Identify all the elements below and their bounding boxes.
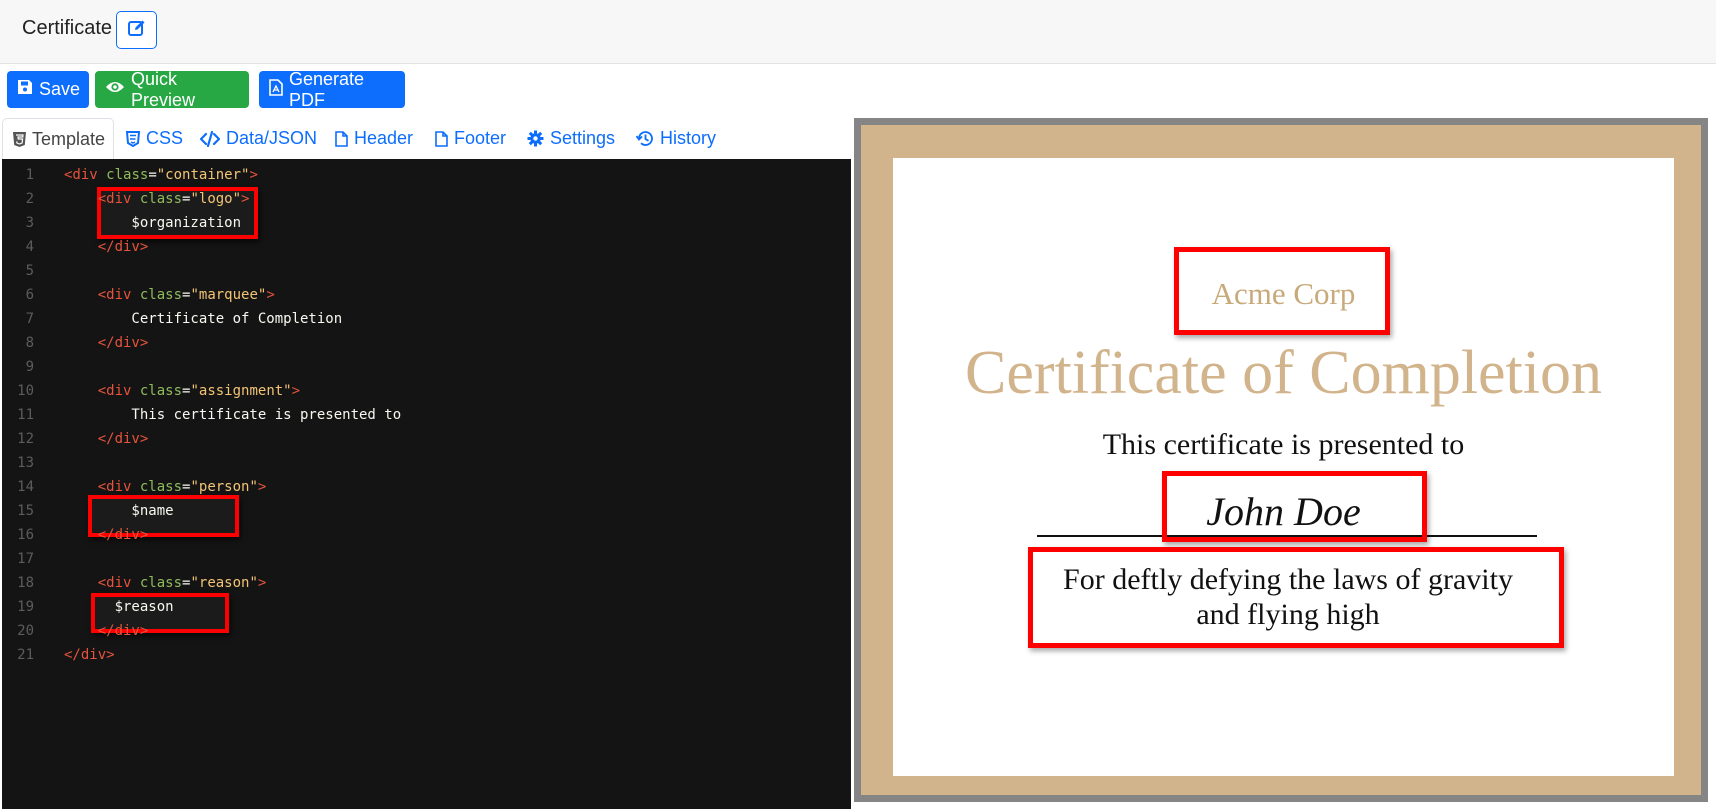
save-button[interactable]: Save	[7, 71, 89, 108]
tab-data-json-label: Data/JSON	[226, 128, 318, 148]
certificate-organization: Acme Corp	[1211, 276, 1356, 311]
tab-header-label: Header	[354, 128, 414, 148]
tab-footer[interactable]: Footer	[435, 118, 506, 159]
editor-tabs: Template CSS Data/JSON Header Footer Set…	[2, 118, 852, 159]
generate-pdf-button-label: Generate PDF	[289, 68, 365, 110]
certificate-preview: Acme Corp Certificate of Completion This…	[854, 118, 1708, 802]
certificate-title: Certificate of Completion	[964, 339, 1603, 407]
code-icon	[200, 130, 220, 147]
tab-css[interactable]: CSS	[126, 118, 183, 159]
floppy-disk-icon	[17, 79, 33, 100]
tab-history[interactable]: History	[636, 118, 716, 159]
tab-settings[interactable]: Settings	[527, 118, 615, 159]
code-editor[interactable]: 1 <div class="container"> 2 <div class="l…	[2, 159, 851, 809]
quick-preview-button-label: Quick Preview	[131, 68, 196, 110]
top-bar: Certificate	[0, 0, 1716, 64]
certificate-assignment: This certificate is presented to	[1102, 428, 1465, 461]
tab-settings-label: Settings	[550, 128, 616, 148]
certificate-page: Acme Corp Certificate of Completion This…	[893, 158, 1674, 776]
tab-history-label: History	[660, 128, 717, 148]
quick-preview-button[interactable]: Quick Preview	[95, 68, 249, 110]
pencil-square-icon	[127, 18, 147, 43]
generate-pdf-button[interactable]: Generate PDF	[259, 68, 405, 110]
html5-icon	[13, 131, 26, 147]
gear-icon	[527, 130, 544, 147]
tab-template[interactable]: Template	[2, 118, 114, 159]
tab-footer-label: Footer	[454, 128, 507, 148]
edit-title-button[interactable]	[116, 11, 157, 49]
certificate-border: Acme Corp Certificate of Completion This…	[861, 125, 1701, 795]
certificate-person: John Doe	[1206, 489, 1361, 534]
file-icon	[435, 130, 448, 147]
history-icon	[636, 130, 654, 147]
certificate-reason: For deftly defying the laws of gravity a…	[1063, 563, 1513, 631]
file-pdf-icon	[269, 78, 283, 101]
tab-data-json[interactable]: Data/JSON	[200, 118, 317, 159]
tab-header[interactable]: Header	[335, 118, 413, 159]
document-title: Certificate	[22, 17, 113, 39]
eye-icon	[105, 79, 125, 100]
css3-icon	[126, 130, 140, 147]
file-icon	[335, 130, 348, 147]
tab-template-label: Template	[32, 128, 106, 149]
save-button-label: Save	[39, 79, 81, 99]
tab-css-label: CSS	[146, 128, 184, 148]
